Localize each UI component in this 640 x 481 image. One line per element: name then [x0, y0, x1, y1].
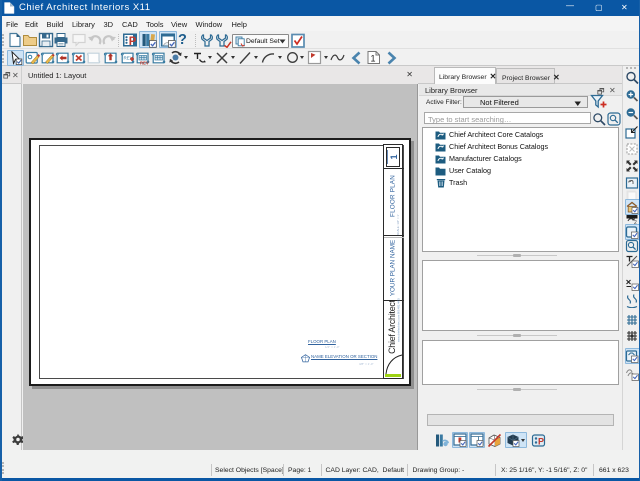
svg-text:P: P [128, 36, 136, 48]
svg-text:REV: REV [140, 61, 149, 66]
svg-text:P: P [538, 437, 544, 447]
svg-text:1: 1 [371, 54, 376, 64]
